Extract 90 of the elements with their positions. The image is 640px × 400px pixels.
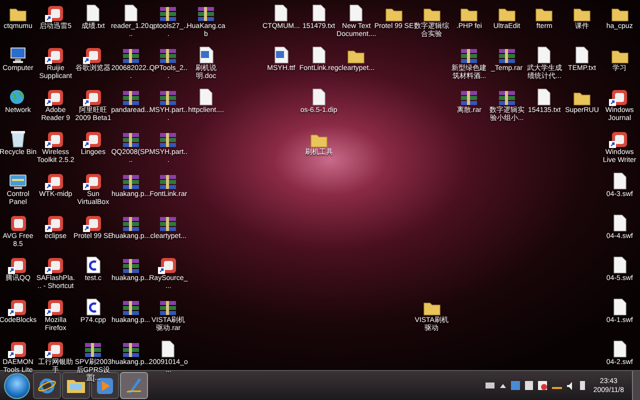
- archive-icon[interactable]: [498, 48, 516, 64]
- folder-icon[interactable]: [610, 6, 629, 22]
- archive-icon[interactable]: [460, 48, 478, 64]
- shortcut-arrow-icon: [82, 183, 90, 190]
- shortcut-arrow-icon: [82, 141, 90, 148]
- folder-icon[interactable]: [422, 6, 441, 22]
- file-icon[interactable]: [612, 298, 627, 316]
- file-icon[interactable]: [612, 256, 627, 274]
- folder-icon[interactable]: [9, 6, 27, 22]
- document-icon[interactable]: [274, 46, 289, 64]
- archive-icon[interactable]: [460, 90, 478, 106]
- file-icon[interactable]: [199, 88, 213, 106]
- archive-icon[interactable]: [159, 48, 178, 64]
- archive-icon[interactable]: [122, 90, 140, 106]
- archive-icon[interactable]: [122, 342, 140, 358]
- file-icon[interactable]: [612, 172, 627, 190]
- archive-icon[interactable]: [122, 48, 140, 64]
- folder-icon[interactable]: [535, 6, 554, 22]
- shortcut-arrow-icon: [8, 351, 14, 358]
- file-icon[interactable]: [575, 46, 589, 64]
- archive-icon[interactable]: [197, 6, 215, 22]
- archive-icon[interactable]: [122, 258, 140, 274]
- archive-icon[interactable]: [122, 174, 140, 190]
- browser-icon: [38, 376, 56, 394]
- file-icon[interactable]: [349, 4, 364, 22]
- archive-icon[interactable]: [498, 90, 516, 106]
- file-icon[interactable]: [274, 4, 288, 22]
- chevron-up-icon[interactable]: [500, 384, 506, 388]
- shortcut-arrow-icon: [158, 267, 165, 274]
- shortcut-arrow-icon: [45, 15, 52, 22]
- pen-icon: [125, 376, 143, 394]
- archive-icon[interactable]: [159, 6, 178, 22]
- code-file-icon[interactable]: [86, 256, 101, 274]
- file-icon[interactable]: [612, 340, 627, 358]
- keyboard-icon[interactable]: [485, 382, 496, 389]
- shortcut-arrow-icon: [609, 99, 616, 106]
- shortcut-arrow-icon: [45, 99, 52, 106]
- archive-icon[interactable]: [159, 216, 178, 232]
- file-icon[interactable]: [312, 88, 326, 106]
- shortcut-arrow-icon: [45, 267, 52, 274]
- control-panel-icon[interactable]: [9, 174, 27, 190]
- shortcut-arrow-icon: [45, 57, 52, 64]
- file-icon[interactable]: [612, 214, 627, 232]
- folder-icon[interactable]: [573, 6, 591, 22]
- shortcut-arrow-icon: [609, 141, 616, 148]
- shortcut-arrow-icon: [8, 309, 14, 316]
- file-icon[interactable]: [86, 4, 100, 22]
- shortcut-arrow-icon: [45, 141, 52, 148]
- globe-icon[interactable]: [9, 89, 27, 106]
- folder-icon[interactable]: [610, 48, 629, 64]
- shortcut-arrow-icon: [82, 225, 90, 232]
- folder-icon[interactable]: [385, 6, 403, 22]
- shortcut-arrow-icon: [45, 183, 52, 190]
- monitor-icon[interactable]: [511, 381, 520, 390]
- archive-icon[interactable]: [159, 300, 178, 316]
- file-icon[interactable]: [537, 46, 552, 64]
- battery-icon[interactable]: [580, 381, 586, 390]
- shortcut-arrow-icon: [8, 267, 14, 274]
- drive-icon[interactable]: [525, 381, 534, 390]
- folder-icon[interactable]: [498, 6, 516, 22]
- archive-icon[interactable]: [159, 90, 178, 106]
- taskbar-button[interactable]: [33, 372, 61, 399]
- file-icon[interactable]: [161, 340, 176, 358]
- folder-icon[interactable]: [347, 48, 366, 64]
- folder-icon[interactable]: [573, 90, 591, 106]
- archive-icon[interactable]: [122, 300, 140, 316]
- folder-icon: [66, 377, 86, 394]
- computer-icon[interactable]: [9, 47, 27, 64]
- file-icon[interactable]: [124, 4, 138, 22]
- file-icon[interactable]: [312, 46, 326, 64]
- folder-icon[interactable]: [460, 6, 478, 22]
- file-icon[interactable]: [312, 4, 326, 22]
- document-icon[interactable]: [198, 46, 214, 64]
- shortcut-arrow-icon: [82, 57, 90, 64]
- archive-icon[interactable]: [159, 174, 178, 190]
- archive-icon[interactable]: [84, 342, 102, 358]
- shortcut-arrow-icon: [82, 99, 90, 106]
- start-button[interactable]: [4, 372, 30, 398]
- file-icon[interactable]: [537, 88, 552, 106]
- trash-icon[interactable]: [11, 130, 25, 148]
- archive-icon[interactable]: [159, 132, 178, 148]
- app-icon[interactable]: [10, 215, 26, 232]
- shortcut-arrow-icon: [45, 309, 52, 316]
- flag-icon[interactable]: [538, 381, 548, 390]
- archive-icon[interactable]: [122, 216, 140, 232]
- folder-icon[interactable]: [422, 300, 441, 316]
- shortcut-arrow-icon: [45, 351, 52, 358]
- archive-icon[interactable]: [122, 132, 140, 148]
- shortcut-arrow-icon: [45, 225, 52, 232]
- code-file-icon[interactable]: [86, 298, 101, 316]
